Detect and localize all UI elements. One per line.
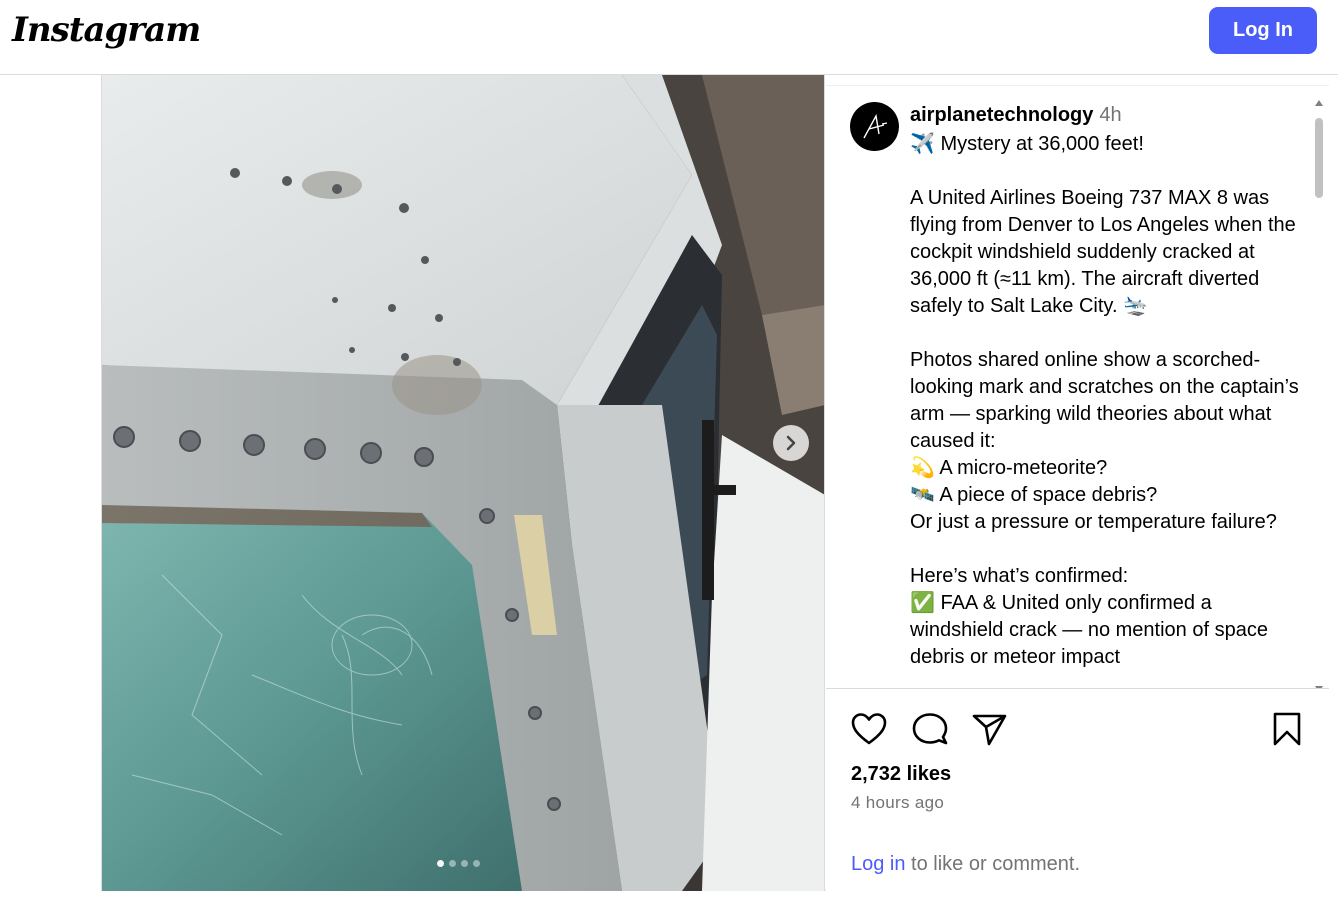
cockpit-photo	[102, 75, 824, 891]
bookmark-icon	[1273, 712, 1301, 746]
caption-scrollbar[interactable]	[1312, 96, 1326, 688]
post-timestamp: 4 hours ago	[851, 793, 945, 812]
caption-header: airplanetechnology 4h	[910, 104, 1122, 127]
share-button[interactable]	[971, 711, 1009, 752]
carousel-dot	[449, 860, 456, 867]
username-link[interactable]: airplanetechnology	[910, 104, 1093, 126]
heart-icon	[851, 713, 887, 745]
carousel-dots	[437, 860, 480, 867]
top-bar: Instagram Log In	[0, 0, 1338, 75]
likes-count[interactable]: 2,732 likes	[851, 763, 951, 786]
carousel-dot	[437, 860, 444, 867]
instagram-logo[interactable]: Instagram	[12, 10, 201, 50]
like-button[interactable]	[850, 711, 888, 752]
caption-text: ✈️ Mystery at 36,000 feet! A United Airl…	[910, 133, 1299, 668]
carousel-dot	[473, 860, 480, 867]
brand-logo-icon	[862, 113, 887, 138]
post-card: airplanetechnology 4h ✈️ Mystery at 36,00…	[101, 75, 1329, 891]
caption-area: airplanetechnology 4h ✈️ Mystery at 36,00…	[826, 85, 1329, 689]
scroll-down-arrow[interactable]	[1315, 686, 1323, 688]
comment-icon	[912, 713, 948, 745]
scroll-thumb[interactable]	[1315, 118, 1323, 198]
chevron-right-icon	[786, 435, 796, 451]
log-in-button[interactable]: Log In	[1209, 7, 1317, 54]
post-time: 4h	[1099, 104, 1122, 126]
avatar[interactable]	[850, 102, 899, 151]
login-prompt: Log in to like or comment.	[851, 853, 1080, 876]
next-image-button[interactable]	[773, 425, 809, 461]
post-image[interactable]	[102, 75, 825, 891]
login-prompt-text: to like or comment.	[905, 853, 1081, 875]
save-button[interactable]	[1271, 711, 1303, 752]
share-icon	[972, 714, 1007, 746]
post-actions	[826, 709, 1329, 749]
carousel-dot	[461, 860, 468, 867]
log-in-link[interactable]: Log in	[851, 853, 906, 875]
scroll-up-arrow[interactable]	[1315, 100, 1323, 106]
comment-button[interactable]	[911, 711, 949, 752]
post-sidebar: airplanetechnology 4h ✈️ Mystery at 36,00…	[826, 75, 1329, 891]
